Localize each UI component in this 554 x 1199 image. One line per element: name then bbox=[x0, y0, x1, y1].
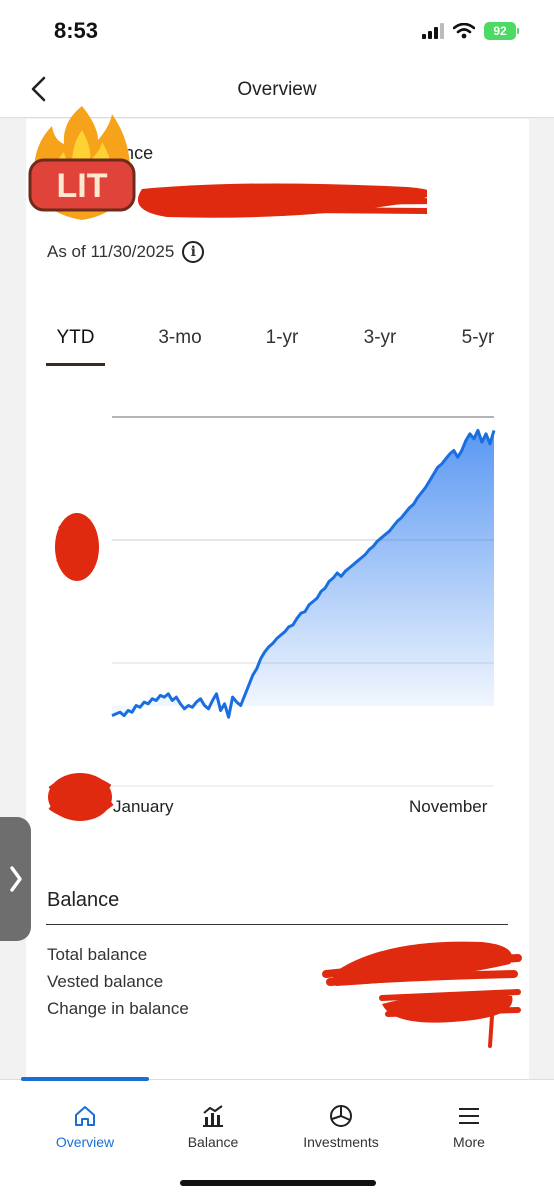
tab-3-yr[interactable]: 3-yr bbox=[352, 327, 408, 349]
change-in-balance-row-label: Change in balance bbox=[47, 999, 189, 1018]
bottom-tab-balance-label: Balance bbox=[187, 1134, 239, 1150]
active-tab-indicator bbox=[21, 1077, 149, 1081]
battery-level: 92 bbox=[493, 24, 507, 38]
bar-chart-icon bbox=[203, 1105, 223, 1127]
section-divider bbox=[46, 924, 508, 925]
home-icon bbox=[75, 1106, 95, 1126]
x-tick-january: January bbox=[113, 797, 174, 816]
as-of-date: As of 11/30/2025 bbox=[47, 242, 175, 261]
redacted-y-axis-label bbox=[55, 513, 99, 581]
tab-3-mo[interactable]: 3-mo bbox=[148, 327, 212, 349]
as-of-date-row: As of 11/30/2025 i bbox=[47, 241, 205, 263]
bottom-tab-investments-label: Investments bbox=[303, 1134, 379, 1150]
bottom-tab-more[interactable]: More bbox=[405, 1104, 533, 1150]
chart-area-fill bbox=[112, 430, 494, 718]
balance-chart bbox=[111, 416, 496, 787]
battery-icon: 92 bbox=[484, 22, 519, 40]
total-balance-row-label: Total balance bbox=[47, 945, 148, 964]
wifi-icon bbox=[453, 23, 475, 39]
bottom-tab-overview[interactable]: Overview bbox=[21, 1104, 149, 1150]
tab-1-yr[interactable]: 1-yr bbox=[254, 327, 310, 349]
x-tick-november: November bbox=[409, 797, 488, 816]
home-indicator bbox=[180, 1180, 376, 1186]
side-drawer-handle[interactable] bbox=[0, 817, 31, 941]
status-time: 8:53 bbox=[54, 18, 99, 43]
chevron-right-icon bbox=[9, 866, 22, 892]
sticker-text: LIT bbox=[57, 167, 108, 205]
info-glyph: i bbox=[190, 244, 196, 260]
tab-ytd[interactable]: YTD bbox=[46, 327, 105, 349]
pie-chart-icon bbox=[330, 1105, 352, 1127]
bottom-tab-more-label: More bbox=[453, 1134, 485, 1150]
bottom-tab-overview-label: Overview bbox=[55, 1134, 115, 1150]
redacted-baseline-label bbox=[48, 773, 114, 821]
info-icon[interactable]: i bbox=[182, 241, 205, 263]
range-tabs: YTD 3-mo 1-yr 3-yr 5-yr bbox=[26, 327, 529, 371]
active-tab-underline bbox=[46, 363, 105, 366]
status-icons: 92 bbox=[422, 22, 519, 40]
vested-balance-row-label: Vested balance bbox=[47, 972, 164, 991]
bottom-tab-balance[interactable]: Balance bbox=[149, 1104, 277, 1150]
lit-fire-sticker: LIT bbox=[28, 106, 136, 220]
bottom-tab-investments[interactable]: Investments bbox=[277, 1104, 405, 1150]
cellular-signal-icon bbox=[422, 23, 444, 39]
redacted-balance-values bbox=[322, 941, 522, 1048]
overview-card: Total balance As of 11/30/2025 i YTD 3-m… bbox=[26, 119, 529, 1079]
bottom-tab-bar: Overview Balance Investments More bbox=[0, 1077, 554, 1199]
page-title: Overview bbox=[237, 79, 317, 100]
balance-section-title: Balance bbox=[47, 889, 120, 911]
tab-5-yr[interactable]: 5-yr bbox=[450, 327, 506, 349]
menu-icon bbox=[459, 1108, 479, 1124]
status-bar: 8:53 92 bbox=[0, 0, 554, 62]
